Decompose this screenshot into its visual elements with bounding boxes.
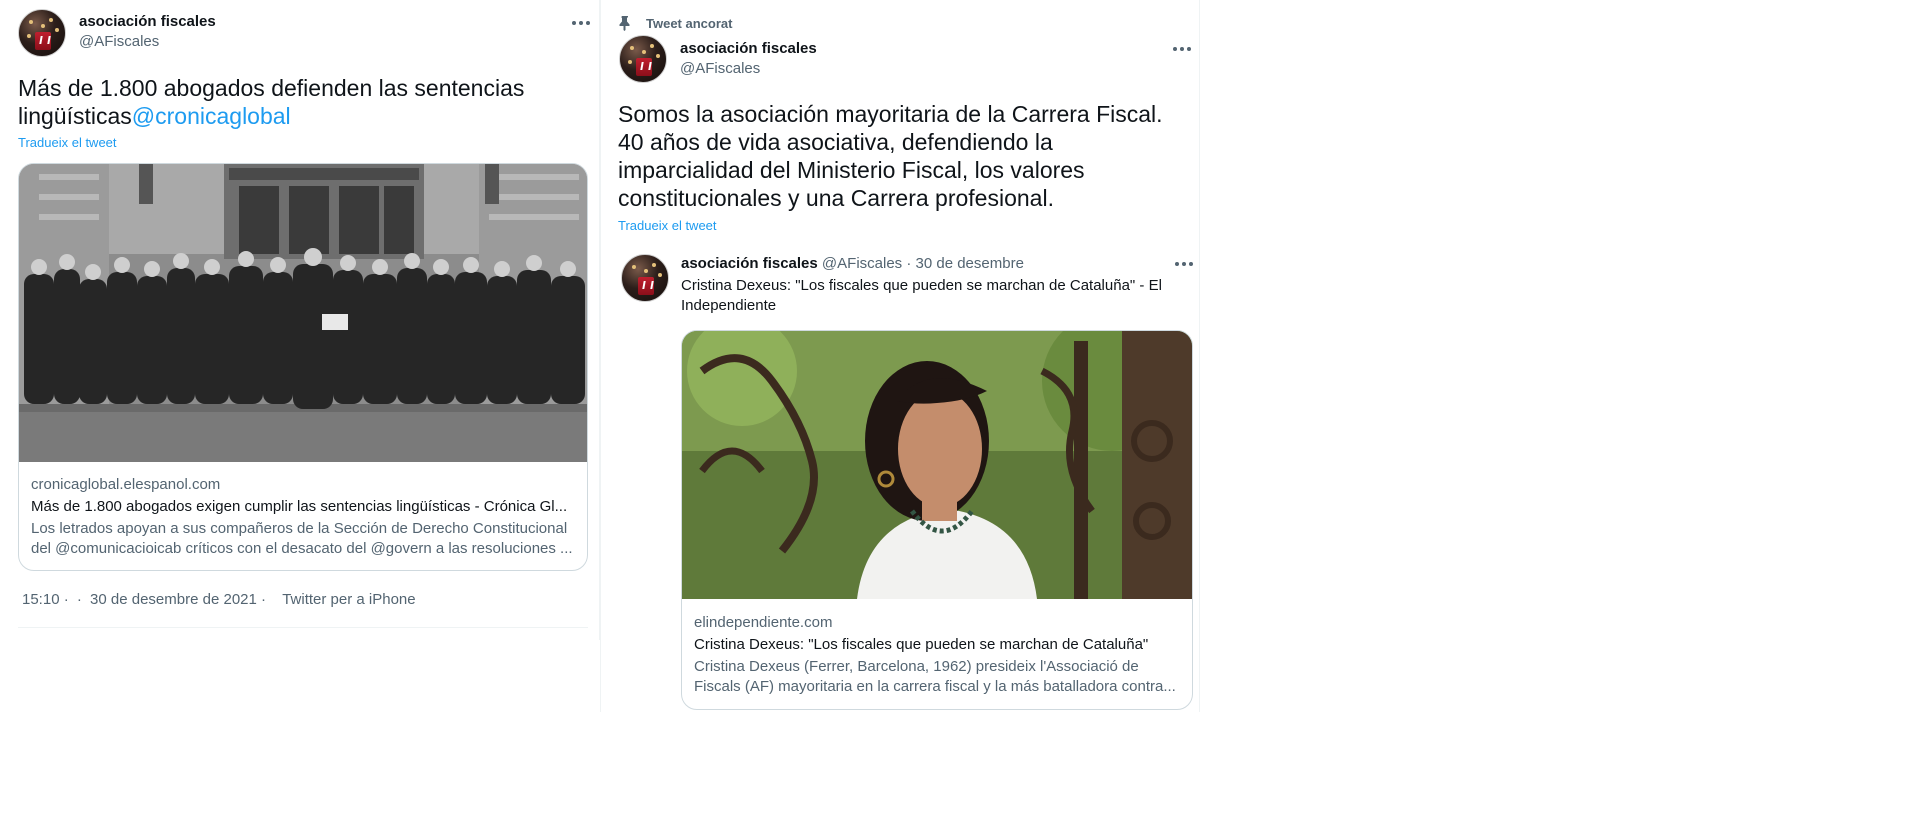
logo-mark-icon xyxy=(638,277,654,295)
quoted-link-card[interactable]: elindependiente.com Cristina Dexeus: "Lo… xyxy=(681,330,1193,710)
card-description: Cristina Dexeus (Ferrer, Barcelona, 1962… xyxy=(694,657,1180,697)
card-description-line: Fiscals (AF) mayoritaria en la carrera f… xyxy=(694,678,1176,695)
divider xyxy=(18,627,588,628)
card-image xyxy=(682,331,1192,599)
quoted-author-avatar[interactable] xyxy=(621,254,669,302)
card-description-line: del @comunicacioicab críticos con el des… xyxy=(31,540,573,557)
card-domain: elindependiente.com xyxy=(694,614,833,631)
mention-link[interactable]: @cronicaglobal xyxy=(132,103,291,129)
left-tweet[interactable]: asociación fiscales @AFiscales Más de 1.… xyxy=(0,0,600,640)
pinned-label: Tweet ancorat xyxy=(646,16,733,31)
quoted-text: Cristina Dexeus: "Los fiscales que puede… xyxy=(681,277,1162,314)
quoted-author-name[interactable]: asociación fiscales xyxy=(681,255,818,272)
tweet-footer: 15:10 · · 30 de desembre de 2021 · Twitt… xyxy=(22,591,420,608)
tweet-time[interactable]: 15:10 · xyxy=(22,591,69,608)
author-handle[interactable]: @AFiscales xyxy=(79,33,159,50)
card-image xyxy=(19,164,587,462)
pin-icon xyxy=(619,16,630,31)
tweet-source[interactable]: Twitter per a iPhone xyxy=(282,591,415,608)
logo-mark-icon xyxy=(636,58,652,76)
translate-link[interactable]: Tradueix el tweet xyxy=(618,218,717,233)
author-name[interactable]: asociación fiscales xyxy=(79,13,216,30)
footer-separator: · xyxy=(76,591,82,608)
card-description-line: Cristina Dexeus (Ferrer, Barcelona, 1962… xyxy=(694,658,1139,675)
quoted-author-handle[interactable]: @AFiscales xyxy=(822,255,902,272)
author-name[interactable]: asociación fiscales xyxy=(680,40,817,57)
card-description-line: Los letrados apoyan a sus compañeros de … xyxy=(31,520,568,537)
more-options-icon[interactable] xyxy=(1173,45,1195,53)
author-handle[interactable]: @AFiscales xyxy=(680,60,760,77)
lawyers-photo xyxy=(19,164,587,462)
tweet-text: Más de 1.800 abogados defienden las sent… xyxy=(18,74,578,130)
card-title: Cristina Dexeus: "Los fiscales que puede… xyxy=(694,636,1149,653)
portrait-photo xyxy=(682,331,1192,599)
tweet-date[interactable]: 30 de desembre de 2021 · xyxy=(90,591,266,608)
card-domain: cronicaglobal.elespanol.com xyxy=(31,476,221,493)
card-meta: elindependiente.com Cristina Dexeus: "Lo… xyxy=(694,613,1180,697)
card-meta: cronicaglobal.elespanol.com Más de 1.800… xyxy=(31,475,575,559)
quoted-header: asociación fiscales @AFiscales · 30 de d… xyxy=(681,255,1024,272)
card-description: Los letrados apoyan a sus compañeros de … xyxy=(31,519,575,559)
author-avatar[interactable] xyxy=(619,35,667,83)
more-options-icon[interactable] xyxy=(1175,260,1197,268)
quoted-date[interactable]: · 30 de desembre xyxy=(906,255,1024,272)
pinned-tweet[interactable]: Tweet ancorat asociación fiscales @AFisc… xyxy=(600,0,1200,712)
logo-mark-icon xyxy=(35,32,51,50)
tweet-text: Somos la asociación mayoritaria de la Ca… xyxy=(618,101,1163,211)
link-card[interactable]: cronicaglobal.elespanol.com Más de 1.800… xyxy=(18,163,588,571)
more-options-icon[interactable] xyxy=(572,19,594,27)
translate-link[interactable]: Tradueix el tweet xyxy=(18,135,117,150)
author-avatar[interactable] xyxy=(18,9,66,57)
card-title: Más de 1.800 abogados exigen cumplir las… xyxy=(31,498,568,515)
quoted-tweet[interactable]: asociación fiscales @AFiscales · 30 de d… xyxy=(619,246,1199,712)
